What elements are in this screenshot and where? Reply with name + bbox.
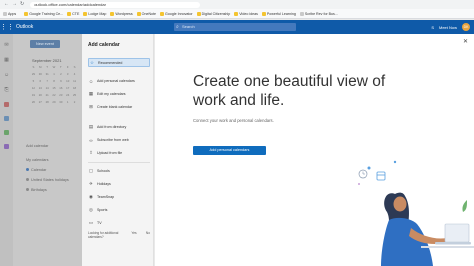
bookmark-item[interactable]: Digital Citizenship	[196, 11, 230, 16]
search-input[interactable]: ⌕ Search	[174, 23, 296, 31]
footer-yes-button[interactable]: Yes	[131, 231, 136, 239]
app-launcher-icon[interactable]: ⋮⋮	[0, 20, 14, 34]
panel-item-upload-from-file[interactable]: ⇪ Upload from file	[88, 149, 150, 157]
calendar-icon[interactable]: ▦	[4, 57, 9, 63]
bookmark-item[interactable]: CTE	[67, 11, 79, 16]
panel-item-add-from-directory[interactable]: ▤ Add from directory	[88, 123, 150, 131]
panel-item-create-blank-calendar[interactable]: ⊞ Create blank calendar	[88, 103, 150, 111]
school-icon: ▢	[88, 168, 94, 173]
panel-divider	[88, 162, 150, 163]
header-actions: S Meet Now DK	[431, 20, 470, 34]
powerpoint-icon[interactable]	[4, 130, 9, 135]
skype-icon[interactable]: S	[431, 25, 434, 30]
new-event-button[interactable]: New event	[30, 40, 60, 48]
add-calendar-panel: Add calendar ☆ Recommended ☺ Add personal …	[82, 34, 154, 266]
excel-icon[interactable]	[4, 116, 9, 121]
calendar-entry[interactable]: United States holidays	[26, 178, 69, 182]
calendar-icon: ▦	[88, 91, 94, 96]
folder-icon	[83, 11, 88, 16]
search-icon: ⌕	[176, 24, 179, 30]
bookmark-item[interactable]: Lodge Map	[83, 11, 106, 16]
panel-item-teamsnap[interactable]: ◉ TeamSnap	[88, 193, 150, 201]
panel-item-schools[interactable]: ▢ Schools	[88, 167, 150, 175]
folder-icon	[24, 11, 29, 16]
hero-subtitle: Connect your work and personal calendars…	[193, 118, 274, 123]
directory-icon: ▤	[88, 124, 94, 129]
avatar[interactable]: DK	[462, 23, 470, 31]
footer-question: Looking for additional calendars?	[88, 231, 119, 239]
close-icon[interactable]: ✕	[463, 38, 468, 45]
browser-nav: ← → ↻	[0, 0, 24, 9]
mail-icon[interactable]: ✉	[4, 42, 8, 48]
bookmark-icon	[299, 11, 304, 16]
link-icon: ∞	[89, 137, 93, 143]
panel-item-edit-my-calendars[interactable]: ▦ Edit my calendars	[88, 90, 150, 98]
forward-icon[interactable]: →	[12, 0, 17, 9]
bookmark-item[interactable]: Google Innovator	[160, 11, 193, 16]
star-icon: ☆	[89, 59, 95, 65]
mini-calendar-grid: SMTWTFS 29 30 31 1 2 3 4 5 6 7 8 9 10 11 12 13 14 15 16 1…	[31, 65, 77, 104]
app-name[interactable]: Outlook	[16, 24, 33, 30]
bookmark-item[interactable]: Wordpress	[110, 11, 133, 16]
teamsnap-icon: ◉	[89, 194, 93, 199]
folder-icon	[110, 11, 115, 16]
back-icon[interactable]: ←	[4, 0, 9, 9]
onenote-icon[interactable]	[4, 144, 9, 149]
meet-now-button[interactable]: Meet Now	[439, 25, 457, 30]
outlook-header: ⋮⋮ Outlook ⌕ Search S Meet Now DK	[0, 20, 474, 34]
calendar-entry[interactable]: Calendar	[26, 168, 46, 172]
color-dot-icon	[26, 168, 29, 171]
search-placeholder: Search	[182, 24, 195, 29]
add-calendar-link[interactable]: Add calendar	[26, 144, 48, 148]
person-icon: ☺	[88, 78, 94, 84]
folder-icon	[136, 11, 141, 16]
tv-icon: ▭	[88, 220, 94, 225]
bookmark-item[interactable]: Powerful Learning	[261, 11, 296, 16]
folder-icon	[67, 11, 72, 16]
hero-title: Create one beautiful view of work and li…	[193, 73, 386, 109]
holiday-icon: ✈	[89, 181, 93, 186]
footer-no-button[interactable]: No	[146, 231, 150, 239]
add-calendar-main: ✕ Create one beautiful view of work and …	[155, 34, 474, 266]
panel-item-recommended[interactable]: ☆ Recommended	[88, 58, 150, 67]
browser-url-bar: ← → ↻ outlook.office.com/calendar/addcal…	[0, 0, 474, 9]
woman-with-laptop-illustration	[358, 160, 474, 266]
word-icon[interactable]	[4, 102, 9, 107]
people-icon[interactable]: ☺	[4, 72, 9, 78]
upload-icon: ⇪	[89, 150, 93, 155]
folder-icon	[160, 11, 165, 16]
bookmark-apps[interactable]: Apps	[3, 11, 16, 16]
sports-icon: ◎	[89, 207, 93, 212]
mini-calendar-title: September 2021	[32, 58, 62, 63]
panel-item-subscribe-from-web[interactable]: ∞ Subscribe from web	[88, 136, 150, 144]
panel-title: Add calendar	[88, 42, 120, 48]
folder-icon	[196, 11, 201, 16]
folder-icon	[234, 11, 239, 16]
panel-item-add-personal-calendars[interactable]: ☺ Add personal calendars	[88, 77, 150, 85]
app-rail: ✉ ▦ ☺ ⎘	[0, 34, 13, 266]
folder-icon	[261, 11, 266, 16]
address-bar[interactable]: outlook.office.com/calendar/addcalendar	[30, 1, 201, 8]
calendar-plus-icon: ⊞	[89, 104, 93, 109]
calendar-sidebar-dimmed: ✉ ▦ ☺ ⎘ New event September 2021 SMTWTFS…	[0, 34, 82, 266]
files-icon[interactable]: ⎘	[4, 87, 8, 93]
bookmarks-bar: Apps Google Training Ce... CTE Lodge Map…	[0, 9, 474, 19]
reload-icon[interactable]: ↻	[20, 0, 24, 9]
color-dot-icon	[26, 188, 29, 191]
my-calendars-heading[interactable]: My calendars	[26, 158, 49, 162]
panel-item-tv[interactable]: ▭ TV	[88, 219, 150, 227]
calendar-entry[interactable]: Birthdays	[26, 188, 47, 192]
bookmark-item[interactable]: OneNote	[136, 11, 156, 16]
panel-item-sports[interactable]: ◎ Sports	[88, 206, 150, 214]
color-dot-icon	[26, 178, 29, 181]
add-personal-calendars-button[interactable]: Add personal calendars	[193, 146, 266, 155]
bookmark-item[interactable]: Scribe Rev for Bus...	[299, 11, 338, 16]
apps-icon	[3, 11, 7, 16]
panel-footer: Looking for additional calendars? Yes No	[88, 231, 150, 239]
panel-item-holidays[interactable]: ✈ Holidays	[88, 180, 150, 188]
bookmark-item[interactable]: Google Training Ce...	[24, 11, 63, 16]
bookmark-item[interactable]: Video ideas	[234, 11, 258, 16]
